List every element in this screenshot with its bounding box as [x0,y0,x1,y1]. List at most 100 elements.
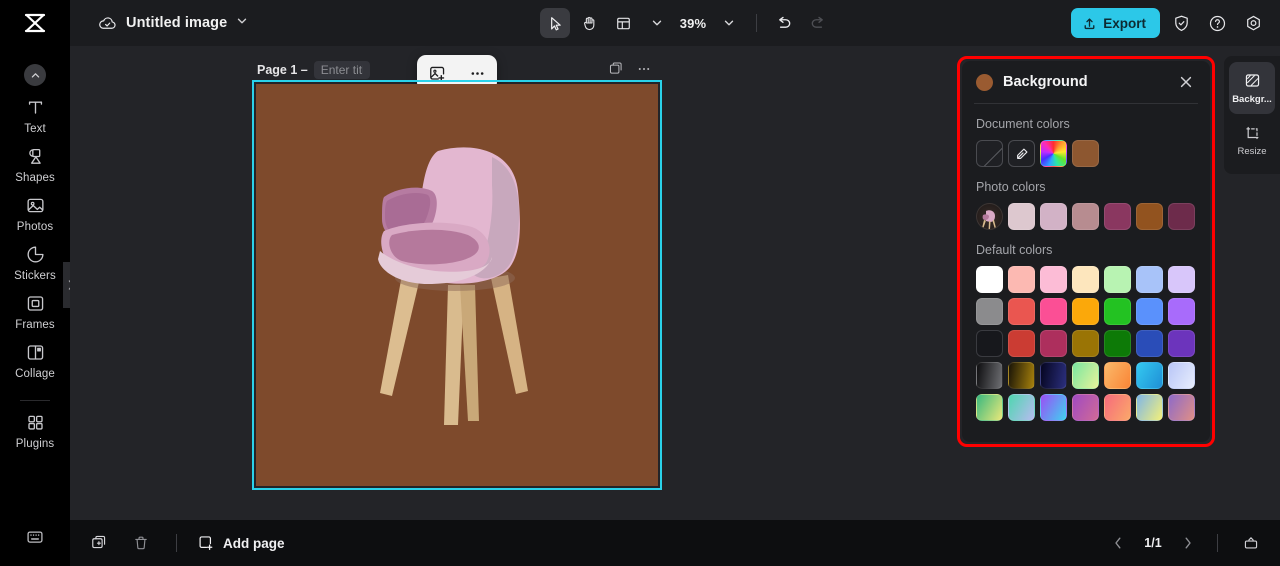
presentation-button[interactable] [1236,528,1266,558]
default-gradient-swatch[interactable] [1104,362,1131,389]
default-gradient-swatch[interactable] [1104,394,1131,421]
photo-color-swatch[interactable] [1104,203,1131,230]
default-gradient-swatch[interactable] [1136,362,1163,389]
page-more-button[interactable] [636,61,652,82]
layout-dropdown-button[interactable] [642,8,672,38]
default-gradient-swatch[interactable] [1168,394,1195,421]
default-gradient-swatch[interactable] [1072,394,1099,421]
photo-color-swatch[interactable] [1072,203,1099,230]
undo-arrow-icon [779,16,791,28]
default-color-swatch[interactable] [1136,266,1163,293]
default-gradient-swatch[interactable] [1168,362,1195,389]
top-bar-right-actions: Export [1071,0,1268,46]
app-logo[interactable] [0,0,70,46]
photo-thumbnail-swatch[interactable] [976,203,1003,230]
undo-button[interactable] [769,8,799,38]
layout-tool-button[interactable] [608,8,638,38]
default-color-swatch[interactable] [1008,298,1035,325]
sidebar-collapse-button[interactable] [24,64,46,86]
next-page-button[interactable] [1177,532,1199,554]
delete-button[interactable] [126,528,156,558]
prev-page-button[interactable] [1107,532,1129,554]
default-color-swatch[interactable] [976,330,1003,357]
redo-button[interactable] [803,8,833,38]
pink-armchair-photo[interactable] [342,135,572,435]
hand-tool-button[interactable] [574,8,604,38]
chair-thumbnail-icon [982,210,996,229]
background-panel-title: Background [1003,74,1088,90]
cloud-saved-icon [99,16,116,29]
default-gradient-swatch[interactable] [1040,362,1067,389]
brown-document-swatch[interactable] [1072,140,1099,167]
default-gradient-swatch[interactable] [976,362,1003,389]
ellipsis-horizontal-icon [471,71,483,75]
default-color-swatch[interactable] [1168,298,1195,325]
export-button[interactable]: Export [1071,8,1160,38]
default-color-swatch[interactable] [1040,266,1067,293]
sidebar-item-frames[interactable]: Frames [0,293,70,331]
eyedropper-icon [1016,148,1027,159]
photo-color-swatch[interactable] [1008,203,1035,230]
sidebar-item-stickers[interactable]: Stickers [0,244,70,282]
artboard[interactable] [256,84,658,486]
color-wheel-swatch[interactable] [1040,140,1067,167]
shield-check-icon [1174,15,1188,31]
default-color-swatch[interactable] [1072,330,1099,357]
right-item-background[interactable]: Backgr... [1229,62,1275,114]
shield-check-button[interactable] [1166,8,1196,38]
default-color-swatch[interactable] [1104,330,1131,357]
default-color-swatch[interactable] [1168,330,1195,357]
help-button[interactable] [1202,8,1232,38]
default-colors-row [976,266,1196,293]
background-pattern-icon [1245,74,1259,87]
photo-color-swatch[interactable] [1040,203,1067,230]
sidebar-item-plugins[interactable]: Plugins [0,412,70,450]
default-gradient-swatch[interactable] [1008,394,1035,421]
default-color-swatch[interactable] [1072,298,1099,325]
document-title-group[interactable]: Untitled image [70,14,248,33]
close-panel-button[interactable] [1176,72,1196,92]
chevron-down-icon[interactable] [236,14,248,32]
default-color-swatch[interactable] [1104,298,1131,325]
settings-button[interactable] [1238,8,1268,38]
right-item-resize[interactable]: Resize [1229,114,1275,166]
default-color-swatch[interactable] [1136,330,1163,357]
default-gradient-swatch[interactable] [1072,362,1099,389]
sidebar-item-shapes[interactable]: Shapes [0,146,70,184]
default-color-swatch[interactable] [976,266,1003,293]
duplicate-button[interactable] [84,528,114,558]
default-gradient-swatch[interactable] [1040,394,1067,421]
default-color-swatch[interactable] [976,298,1003,325]
no-color-swatch[interactable] [976,140,1003,167]
default-color-swatch[interactable] [1104,266,1131,293]
photo-color-swatch[interactable] [1136,203,1163,230]
sidebar-item-photos[interactable]: Photos [0,195,70,233]
sidebar-item-collage[interactable]: Collage [0,342,70,380]
select-tool-button[interactable] [540,8,570,38]
add-page-button[interactable]: Add page [197,534,285,552]
eyedropper-swatch[interactable] [1008,140,1035,167]
keyboard-shortcuts-button[interactable] [20,522,50,552]
default-gradient-swatch[interactable] [1136,394,1163,421]
default-colors-row [976,362,1196,389]
default-color-swatch[interactable] [1008,266,1035,293]
default-color-swatch[interactable] [1040,298,1067,325]
default-color-swatch[interactable] [1040,330,1067,357]
default-color-swatch[interactable] [1008,330,1035,357]
default-gradient-swatch[interactable] [1008,362,1035,389]
left-sidebar: Text Shapes Photos Stickers Frames Colla… [0,46,70,566]
default-color-swatch[interactable] [1168,266,1195,293]
photo-color-swatch[interactable] [1168,203,1195,230]
photo-colors-title: Photo colors [976,180,1046,194]
zoom-dropdown-button[interactable] [714,8,744,38]
artboard-selection[interactable] [252,80,662,490]
default-color-swatch[interactable] [1136,298,1163,325]
default-color-swatch[interactable] [1072,266,1099,293]
default-gradient-swatch[interactable] [976,394,1003,421]
page-title-input[interactable] [313,61,370,79]
duplicate-page-button[interactable] [608,61,624,82]
sidebar-item-text[interactable]: Text [0,97,70,135]
close-x-icon [1180,76,1192,88]
sidebar-item-label: Shapes [15,172,55,184]
current-background-swatch[interactable] [976,73,993,91]
